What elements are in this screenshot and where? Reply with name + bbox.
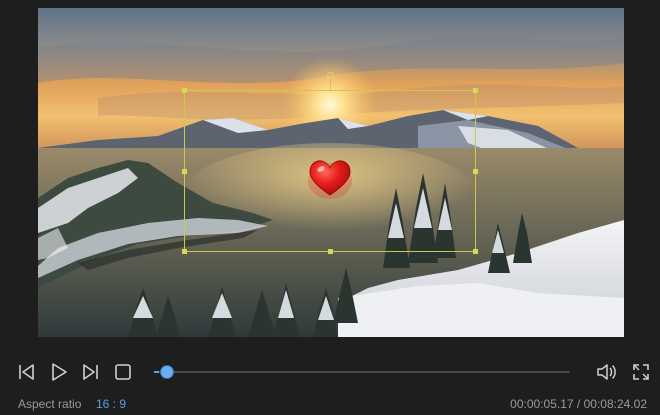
heart-icon[interactable] bbox=[307, 157, 353, 199]
aspect-ratio-label: Aspect ratio bbox=[18, 397, 82, 411]
resize-handle-right[interactable] bbox=[473, 169, 478, 174]
video-preview[interactable] bbox=[38, 8, 624, 337]
time-separator: / bbox=[573, 397, 584, 411]
total-time: 00:08:24.02 bbox=[583, 397, 647, 411]
rotate-handle[interactable] bbox=[327, 72, 334, 79]
fullscreen-icon[interactable] bbox=[630, 361, 652, 383]
resize-handle-top-left[interactable] bbox=[182, 88, 187, 93]
status-bar: Aspect ratio 16 : 9 00:00:05.17 / 00:08:… bbox=[0, 394, 660, 414]
seek-bar-progress bbox=[154, 371, 159, 373]
seek-bar-thumb[interactable] bbox=[161, 366, 173, 378]
resize-handle-left[interactable] bbox=[182, 169, 187, 174]
playback-controls bbox=[0, 355, 660, 389]
next-frame-icon[interactable] bbox=[79, 361, 101, 383]
resize-handle-bottom[interactable] bbox=[328, 249, 333, 254]
resize-handle-bottom-right[interactable] bbox=[473, 249, 478, 254]
volume-icon[interactable] bbox=[595, 361, 617, 383]
resize-handle-bottom-left[interactable] bbox=[182, 249, 187, 254]
current-time: 00:00:05.17 bbox=[510, 397, 574, 411]
stop-icon[interactable] bbox=[112, 361, 134, 383]
previous-frame-icon[interactable] bbox=[16, 361, 38, 383]
aspect-ratio-value[interactable]: 16 : 9 bbox=[96, 397, 126, 411]
video-editor-player: Aspect ratio 16 : 9 00:00:05.17 / 00:08:… bbox=[0, 0, 660, 415]
resize-handle-top-right[interactable] bbox=[473, 88, 478, 93]
play-icon[interactable] bbox=[48, 361, 70, 383]
sticker-selection-box[interactable] bbox=[182, 72, 478, 254]
timecode: 00:00:05.17 / 00:08:24.02 bbox=[510, 397, 647, 411]
seek-bar[interactable] bbox=[154, 366, 570, 378]
rotation-stem bbox=[330, 77, 331, 91]
